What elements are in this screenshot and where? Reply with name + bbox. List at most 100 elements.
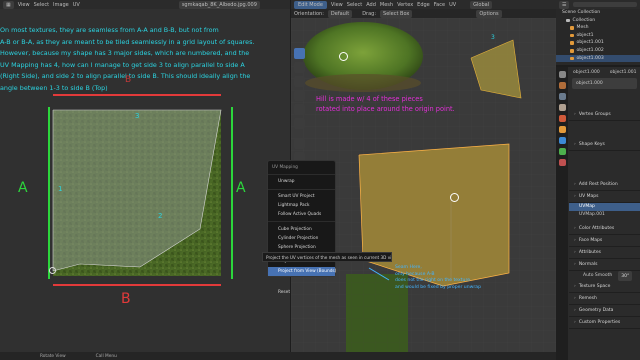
note-line: However, because my shape has 3 major si… xyxy=(0,49,250,58)
properties-content: object1.000 object1.001 object1.000 Vert… xyxy=(569,67,640,329)
drag-dropdown[interactable]: Select Box xyxy=(380,9,413,18)
menu-uv[interactable]: UV xyxy=(73,2,80,8)
panel-normals[interactable]: Normals xyxy=(569,259,640,271)
menu-item-cube-projection[interactable]: Cube Projection xyxy=(268,224,335,233)
scene-tab-icon[interactable] xyxy=(558,104,566,111)
menu-item-unwrap[interactable]: Unwrap xyxy=(268,177,335,186)
label-a-right: A xyxy=(236,180,246,196)
options-dropdown[interactable]: Options xyxy=(476,9,502,18)
panel-vertex-groups[interactable]: Vertex Groups xyxy=(569,109,640,121)
data-name-field[interactable]: object1.000 xyxy=(572,78,637,89)
menu-image[interactable]: Image xyxy=(53,2,69,8)
outliner-row[interactable]: Collection xyxy=(556,17,640,25)
viewport-header: Edit Mode View Select Add Mesh Vertex Ed… xyxy=(291,0,556,9)
note-line: On most textures, they are seamless from… xyxy=(0,26,219,34)
menu-item-follow-active-quads[interactable]: Follow Active Quads xyxy=(268,210,335,219)
scale-tool-icon[interactable] xyxy=(294,104,305,115)
label-a-left: A xyxy=(18,180,28,196)
outliner-search-input[interactable] xyxy=(573,2,637,7)
menu-select[interactable]: Select xyxy=(34,2,49,8)
outliner-row[interactable]: object1 xyxy=(556,32,640,40)
auto-smooth-row[interactable]: Auto Smooth 30° xyxy=(569,271,640,281)
outliner-row[interactable]: Mesh xyxy=(556,24,640,32)
object-name: object1.000 xyxy=(573,70,600,75)
add-rest-position-checkbox[interactable]: Add Rest Position xyxy=(569,179,640,191)
panel-texture-space[interactable]: Texture Space xyxy=(569,281,640,293)
note-line: A-B or B-A, as they are meant to be tile… xyxy=(0,37,255,46)
panel-attributes[interactable]: Attributes xyxy=(569,247,640,259)
object-tab-icon[interactable] xyxy=(558,126,566,133)
menu-item-reset[interactable]: Reset xyxy=(268,288,335,297)
uv-cursor-icon[interactable] xyxy=(49,267,56,274)
transform-tool-icon[interactable] xyxy=(294,118,305,129)
editor-type-dropdown[interactable]: ▦ xyxy=(3,0,14,9)
mesh-icon xyxy=(570,33,574,38)
3d-cursor-icon[interactable] xyxy=(450,193,459,202)
menu-title: UV Mapping xyxy=(272,165,298,171)
image-name-field[interactable]: sgmkaqab_8K_Albedo.jpg.009 xyxy=(178,0,260,9)
menu-item-lightmap-pack[interactable]: Lightmap Pack xyxy=(268,201,335,210)
world-tab-icon[interactable] xyxy=(558,115,566,122)
side-3-label: 3 xyxy=(135,112,140,120)
render-tab-icon[interactable] xyxy=(558,82,566,89)
side-b-bottom-line xyxy=(53,284,221,286)
rotate-tool-icon[interactable] xyxy=(294,90,305,101)
panel-color-attributes[interactable]: Color Attributes xyxy=(569,223,640,235)
menu-item-cylinder-projection[interactable]: Cylinder Projection xyxy=(268,234,335,243)
tool-tab-icon[interactable] xyxy=(558,71,566,78)
menu-view-3d[interactable]: View xyxy=(331,2,343,8)
modifier-tab-icon[interactable] xyxy=(558,137,566,144)
panel-face-maps[interactable]: Face Maps xyxy=(569,235,640,247)
menu-item-sphere-projection[interactable]: Sphere Projection xyxy=(268,243,335,252)
seam-note-line: Seam Here, xyxy=(395,265,422,270)
menu-item-project-from-view-bounds[interactable]: Project from View (Bounds) xyxy=(268,266,336,276)
outliner-row[interactable]: object1.003 xyxy=(556,54,640,63)
3d-cursor-top-icon[interactable] xyxy=(339,52,348,61)
outliner-row-scene-collection[interactable]: Scene Collection xyxy=(556,9,640,17)
uv-map-item[interactable]: UVMap xyxy=(569,203,640,211)
seam-note-line: and would be fixed by proper unwrap xyxy=(395,284,482,290)
label-b-top: B xyxy=(125,75,132,85)
note-line: angle between 1-3 to side B (Top) xyxy=(0,83,108,92)
tool-settings-bar: Orientation: Default Drag: Select Box Op… xyxy=(291,9,556,18)
outliner-row-label: object1.003 xyxy=(576,55,604,61)
select-box-tool-icon[interactable] xyxy=(294,48,305,59)
menu-add[interactable]: Add xyxy=(366,2,376,8)
menu-edge[interactable]: Edge xyxy=(417,2,430,8)
menu-view[interactable]: View xyxy=(18,2,30,8)
orientation-label: Orientation: xyxy=(294,10,324,17)
move-tool-icon[interactable] xyxy=(294,76,305,87)
transform-orientation-dropdown[interactable]: Global xyxy=(470,0,493,9)
menu-select-3d[interactable]: Select xyxy=(347,2,362,8)
panel-shape-keys[interactable]: Shape Keys xyxy=(569,139,640,151)
cursor-tool-icon[interactable] xyxy=(294,62,305,73)
question-note: On most textures, they are seamless from… xyxy=(0,25,290,95)
seam-note: Seam Here, only because A-B does not til… xyxy=(395,265,481,291)
material-tab-icon[interactable] xyxy=(558,159,566,166)
properties-breadcrumb: object1.000 object1.001 xyxy=(569,67,640,78)
mesh-data-tab-icon[interactable] xyxy=(558,148,566,155)
menu-face[interactable]: Face xyxy=(434,2,445,8)
output-tab-icon[interactable] xyxy=(558,93,566,100)
seam-note-line: does not tile right on the texture xyxy=(395,278,471,284)
uv-editor-canvas[interactable]: On most textures, they are seamless from… xyxy=(0,9,290,352)
panel-remesh[interactable]: Remesh xyxy=(569,293,640,305)
outliner-row[interactable]: object1.002 xyxy=(556,47,640,55)
outliner-type-dropdown[interactable]: ☰ xyxy=(559,0,570,9)
menu-item-smart-uv-project[interactable]: Smart UV Project xyxy=(268,192,335,201)
auto-smooth-angle-field[interactable]: 30° xyxy=(618,271,633,281)
orientation-dropdown[interactable]: Default xyxy=(327,9,353,18)
outliner-row[interactable]: object1.001 xyxy=(556,39,640,47)
menu-vertex[interactable]: Vertex xyxy=(397,2,413,8)
menu-mesh[interactable]: Mesh xyxy=(380,2,393,8)
annotate-tool-icon[interactable] xyxy=(294,138,305,149)
panel-geometry-data[interactable]: Geometry Data xyxy=(569,305,640,317)
side-a-right-line xyxy=(231,107,233,279)
outliner-row-label: object1 xyxy=(576,32,594,38)
mode-dropdown[interactable]: Edit Mode xyxy=(294,0,327,9)
uv-map-item[interactable]: UVMap.001 xyxy=(569,211,640,219)
panel-custom-properties[interactable]: Custom Properties xyxy=(569,317,640,329)
hill-note-line: rotated into place around the origin poi… xyxy=(316,105,455,113)
menu-uv-3d[interactable]: UV xyxy=(449,2,456,8)
panel-uv-maps[interactable]: UV Maps xyxy=(569,191,640,203)
